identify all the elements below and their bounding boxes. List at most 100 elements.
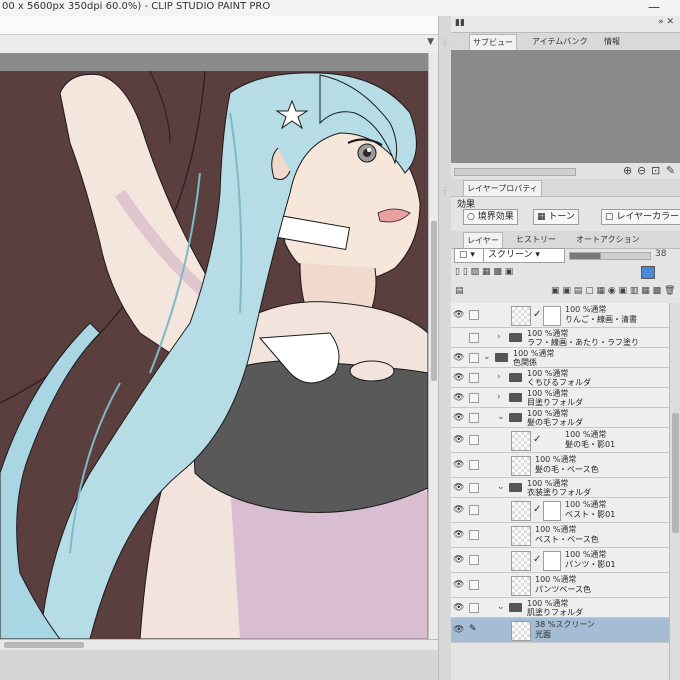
chevron-down-icon[interactable]: ⌄ xyxy=(497,412,505,422)
panel-divider[interactable]: ⋮ ⋮ xyxy=(438,16,452,680)
layer-row[interactable]: 👁 100 %通常 ベスト・ベース色 xyxy=(451,523,669,548)
double-chevron-icon[interactable]: » ✕ xyxy=(658,17,674,27)
layer-color-button[interactable]: ▢ レイヤーカラー xyxy=(601,209,680,225)
minimize-button[interactable]: — xyxy=(644,0,664,16)
zoom-in-icon[interactable]: ⊕ xyxy=(623,164,632,177)
lock-checkbox[interactable] xyxy=(469,482,479,493)
grip-icon[interactable]: ▮▮ xyxy=(455,18,465,28)
lock-checkbox[interactable] xyxy=(469,530,479,540)
layer-thumbnail xyxy=(511,306,531,326)
eye-icon[interactable]: 👁 xyxy=(453,555,464,565)
tone-button[interactable]: ▦ トーン xyxy=(533,209,579,225)
layer-row[interactable]: 👁 100 %通常 パンツベース色 xyxy=(451,573,669,598)
chevron-down-icon[interactable]: ⌄ xyxy=(483,352,491,362)
grip-icon[interactable]: ⋮ xyxy=(441,186,449,195)
eye-icon[interactable]: 👁 xyxy=(453,373,464,383)
lock-checkbox[interactable] xyxy=(469,460,479,470)
eye-icon[interactable]: 👁 xyxy=(453,435,464,445)
layer-row[interactable]: 👁 ✓ 100 %通常 りんご・線画・清書 xyxy=(451,303,669,328)
canvas-horizontal-scrollbar[interactable] xyxy=(0,639,438,650)
layer-folder-row[interactable]: 👁 › 100 %通常 くちびるフォルダ xyxy=(451,368,669,388)
subview-area[interactable] xyxy=(451,50,680,163)
eye-icon[interactable]: 👁 xyxy=(453,460,464,470)
layer-folder-row[interactable]: › 100 %通常 ラフ・線画・あたり・ラフ塗り xyxy=(451,328,669,348)
pen-icon[interactable]: ✎ xyxy=(469,625,477,634)
tab-info[interactable]: 情報 xyxy=(601,34,623,49)
eye-icon[interactable]: 👁 xyxy=(453,483,464,493)
opacity-slider[interactable] xyxy=(569,252,651,260)
lock-checkbox[interactable] xyxy=(469,352,479,363)
lock-checkbox[interactable] xyxy=(469,372,479,383)
grip-icon[interactable]: ⋮ xyxy=(441,38,449,47)
eye-icon[interactable]: 👁 xyxy=(453,353,464,363)
layer-folder-row[interactable]: 👁 ⌄ 100 %通常 衣装塗りフォルダ xyxy=(451,478,669,498)
tab-layer-properties[interactable]: レイヤープロパティ xyxy=(463,180,542,196)
layer-menu-icon[interactable]: ▤ xyxy=(455,286,464,296)
blend-mode-select[interactable]: スクリーン ▾ xyxy=(483,248,565,263)
chevron-right-icon[interactable]: › xyxy=(497,392,501,402)
layer-folder-row[interactable]: 👁 › 100 %通常 目塗りフォルダ xyxy=(451,388,669,408)
eye-hidden-icon[interactable] xyxy=(453,333,464,343)
fit-icon[interactable]: ⊡ xyxy=(651,164,660,177)
chevron-down-icon[interactable]: ⌄ xyxy=(497,602,505,612)
layer-row[interactable]: 👁 100 %通常 髪の毛・ベース色 xyxy=(451,453,669,478)
window-title: 00 x 5600px 350dpi 60.0%) - CLIP STUDIO … xyxy=(2,1,271,12)
lock-checkbox[interactable] xyxy=(469,332,479,343)
eye-icon[interactable]: 👁 xyxy=(453,603,464,613)
tab-auto-action[interactable]: オートアクション xyxy=(573,232,643,247)
tab-item-bank[interactable]: アイテムバンク xyxy=(529,34,591,49)
lock-checkbox[interactable] xyxy=(469,392,479,403)
eye-icon[interactable]: 👁 xyxy=(453,393,464,403)
layer-name: 色関係 xyxy=(513,358,537,367)
layer-row[interactable]: 👁 ✓ 100 %通常 ベスト・影01 xyxy=(451,498,669,523)
layer-mask-thumbnail xyxy=(543,306,561,326)
lock-checkbox[interactable] xyxy=(469,555,479,565)
layer-thumbnail xyxy=(511,551,531,571)
chevron-right-icon[interactable]: › xyxy=(497,332,501,342)
layer-row[interactable]: 👁 ✓ 100 %通常 パンツ・影01 xyxy=(451,548,669,573)
new-layer-icon[interactable]: ▣ ▣ ▤ ▢ ▦ ◉ ▣ ▥ ▦ ▩ 🗑 xyxy=(551,286,675,296)
tab-subview[interactable]: サブビュー xyxy=(469,34,517,50)
layer-scrollbar[interactable] xyxy=(669,303,680,680)
layer-row[interactable]: 👁 ✓ 100 %通常 髪の毛・影01 xyxy=(451,428,669,453)
zoom-slider[interactable] xyxy=(454,168,576,176)
eye-icon[interactable]: 👁 xyxy=(453,530,464,540)
subview-tabs: サブビュー アイテムバンク 情報 xyxy=(451,33,680,51)
lock-checkbox[interactable] xyxy=(469,602,479,613)
eye-icon[interactable]: 👁 xyxy=(453,505,464,515)
layer-name: ベスト・影01 xyxy=(565,510,616,519)
eye-icon[interactable]: 👁 xyxy=(453,625,464,635)
scroll-thumb[interactable] xyxy=(672,413,679,533)
scroll-thumb[interactable] xyxy=(431,221,437,381)
eyedropper-icon[interactable]: ✎ xyxy=(666,164,675,177)
border-effect-button[interactable]: ○ 境界効果 xyxy=(463,209,518,225)
lock-checkbox[interactable] xyxy=(469,580,479,590)
chevron-down-icon[interactable]: ⌄ xyxy=(497,482,505,492)
folder-icon xyxy=(495,352,508,362)
clip-icon[interactable]: ▯ ▯ ▨ ▦ ▩ ▣ xyxy=(455,267,513,277)
layer-type-select[interactable]: ▢ ▾ xyxy=(454,248,484,263)
layer-folder-row[interactable]: 👁 ⌄ 100 %通常 髪の毛フォルダ xyxy=(451,408,669,428)
opacity-value[interactable]: 38 xyxy=(655,249,666,259)
chevron-down-icon[interactable]: ▼ xyxy=(427,37,434,47)
canvas-header: ▼ xyxy=(0,35,438,54)
scroll-thumb[interactable] xyxy=(4,642,84,648)
layer-thumbnail xyxy=(511,501,531,521)
layer-folder-row[interactable]: 👁 ⌄ 100 %通常 肌塗りフォルダ xyxy=(451,598,669,618)
blend-row: ▢ ▾ スクリーン ▾ 38 xyxy=(451,246,680,264)
lock-checkbox[interactable] xyxy=(469,505,479,515)
layer-row[interactable]: 👁 ✎ 38 %スクリーン 光面 xyxy=(451,618,669,643)
lock-checkbox[interactable] xyxy=(469,412,479,423)
chevron-right-icon[interactable]: › xyxy=(497,372,501,382)
tab-history[interactable]: ヒストリー xyxy=(513,232,559,247)
eye-icon[interactable]: 👁 xyxy=(453,310,464,320)
lock-checkbox[interactable] xyxy=(469,435,479,445)
zoom-out-icon[interactable]: ⊖ xyxy=(637,164,646,177)
eye-icon[interactable]: 👁 xyxy=(453,413,464,423)
layer-folder-row[interactable]: 👁 ⌄ 100 %通常 色関係 xyxy=(451,348,669,368)
layer-options-row: ▯ ▯ ▨ ▦ ▩ ▣ xyxy=(451,264,680,282)
layer-color-swatch[interactable] xyxy=(641,266,655,279)
canvas[interactable] xyxy=(0,53,428,639)
eye-icon[interactable]: 👁 xyxy=(453,580,464,590)
lock-checkbox[interactable] xyxy=(469,310,479,320)
